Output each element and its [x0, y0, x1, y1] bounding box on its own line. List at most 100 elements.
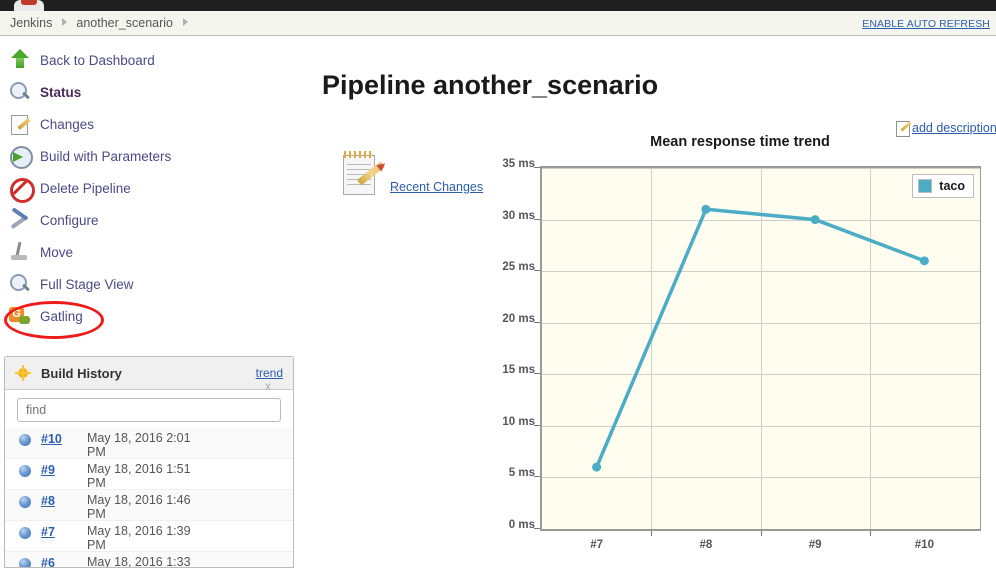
x-axis-tick-label: #7 — [567, 539, 627, 551]
breadcrumb-item-jenkins[interactable]: Jenkins — [8, 16, 54, 30]
build-date: May 18, 2016 1:51 PM — [87, 462, 237, 490]
y-axis-tick-label: 0 ms — [475, 519, 535, 531]
magnifier-icon — [8, 272, 32, 296]
build-date: May 18, 2016 2:01 PM — [87, 431, 237, 459]
build-history-find-input[interactable] — [17, 398, 281, 422]
sidebar: Back to Dashboard Status Changes Build w… — [0, 44, 300, 332]
chart-title: Mean response time trend — [490, 134, 990, 150]
chevron-right-icon-2 — [175, 18, 195, 29]
sidebar-item-label: Build with Parameters — [40, 149, 171, 164]
build-history-panel: Build History trend x #10 May 18, 2016 2… — [4, 356, 294, 568]
clear-find-icon[interactable]: x — [265, 379, 271, 393]
top-bar-title: Jenkins — [52, 0, 88, 2]
sidebar-item-configure[interactable]: Configure — [0, 204, 300, 236]
no-entry-icon — [8, 176, 32, 200]
table-row[interactable]: #8 May 18, 2016 1:46 PM — [5, 490, 293, 521]
chart-series-line — [542, 168, 979, 529]
build-status-ball-icon — [19, 496, 31, 508]
build-date-meridiem: PM — [87, 476, 106, 490]
sidebar-item-status[interactable]: Status — [0, 76, 300, 108]
legend-label: taco — [939, 179, 965, 193]
sidebar-item-label: Gatling — [40, 309, 83, 324]
sidebar-item-label: Full Stage View — [40, 277, 134, 292]
sidebar-item-changes[interactable]: Changes — [0, 108, 300, 140]
build-number-link[interactable]: #10 — [41, 432, 87, 446]
build-date-text: May 18, 2016 1:46 — [87, 493, 191, 507]
arrow-up-icon — [8, 48, 32, 72]
page-title: Pipeline another_scenario — [322, 70, 658, 101]
move-icon — [8, 240, 32, 264]
breadcrumb-item-another-scenario[interactable]: another_scenario — [74, 16, 175, 30]
sidebar-item-label: Status — [40, 85, 81, 100]
top-bar: Jenkins — [0, 0, 996, 11]
build-history-find-wrap: x — [5, 390, 293, 428]
build-date-meridiem: PM — [87, 445, 106, 459]
build-history-trend-link[interactable]: trend — [256, 366, 283, 380]
table-row[interactable]: #9 May 18, 2016 1:51 PM — [5, 459, 293, 490]
sidebar-item-move[interactable]: Move — [0, 236, 300, 268]
build-date-meridiem: PM — [87, 538, 106, 552]
sidebar-item-label: Configure — [40, 213, 99, 228]
notepad-pencil-icon — [338, 150, 388, 200]
build-history-title: Build History — [41, 366, 122, 381]
weather-sunny-icon — [15, 365, 31, 381]
sidebar-item-label: Delete Pipeline — [40, 181, 131, 196]
magnifier-icon — [8, 80, 32, 104]
sidebar-item-label: Changes — [40, 117, 94, 132]
build-date-text: May 18, 2016 1:39 — [87, 524, 191, 538]
gatling-icon: G — [8, 304, 32, 328]
table-row[interactable]: #6 May 18, 2016 1:33 PM — [5, 552, 293, 568]
x-axis-tick-label: #8 — [676, 539, 736, 551]
jenkins-logo-icon[interactable] — [12, 0, 46, 11]
build-number-link[interactable]: #9 — [41, 463, 87, 477]
mean-response-time-chart: Mean response time trend 0 ms5 ms10 ms15… — [490, 134, 990, 568]
chevron-right-icon — [54, 18, 74, 29]
chart-plot-area: taco — [540, 166, 981, 531]
recent-changes[interactable]: Recent Changes — [338, 150, 483, 200]
y-axis-tick-label: 5 ms — [475, 467, 535, 479]
y-axis-tick-label: 35 ms — [475, 158, 535, 170]
x-axis-tick-label: #10 — [894, 539, 954, 551]
breadcrumb-bar: Jenkins another_scenario ENABLE AUTO REF… — [0, 11, 996, 36]
table-row[interactable]: #7 May 18, 2016 1:39 PM — [5, 521, 293, 552]
build-number-link[interactable]: #8 — [41, 494, 87, 508]
y-axis-tick-label: 15 ms — [475, 364, 535, 376]
build-status-ball-icon — [19, 434, 31, 446]
sidebar-item-back-to-dashboard[interactable]: Back to Dashboard — [0, 44, 300, 76]
build-date-text: May 18, 2016 1:51 — [87, 462, 191, 476]
build-number-link[interactable]: #6 — [41, 556, 87, 568]
build-date-meridiem: PM — [87, 507, 106, 521]
sidebar-item-label: Move — [40, 245, 73, 260]
chart-legend: taco — [912, 174, 974, 198]
breadcrumb: Jenkins another_scenario — [8, 16, 195, 30]
y-axis-tick-label: 10 ms — [475, 416, 535, 428]
build-history-list: #10 May 18, 2016 2:01 PM #9 May 18, 2016… — [5, 428, 293, 568]
sidebar-item-gatling[interactable]: G Gatling — [0, 300, 300, 332]
sidebar-item-label: Back to Dashboard — [40, 53, 155, 68]
build-date: May 18, 2016 1:39 PM — [87, 524, 237, 552]
y-axis-tick-label: 30 ms — [475, 210, 535, 222]
build-date: May 18, 2016 1:46 PM — [87, 493, 237, 521]
build-date-text: May 18, 2016 2:01 — [87, 431, 191, 445]
build-number-link[interactable]: #7 — [41, 525, 87, 539]
table-row[interactable]: #10 May 18, 2016 2:01 PM — [5, 428, 293, 459]
legend-color-swatch — [918, 179, 932, 193]
build-date-text: May 18, 2016 1:33 — [87, 555, 191, 568]
sidebar-item-build-with-parameters[interactable]: Build with Parameters — [0, 140, 300, 172]
build-status-ball-icon — [19, 527, 31, 539]
enable-auto-refresh-link[interactable]: ENABLE AUTO REFRESH — [862, 18, 990, 30]
clock-play-icon — [8, 144, 32, 168]
sidebar-item-full-stage-view[interactable]: Full Stage View — [0, 268, 300, 300]
build-history-header: Build History trend — [5, 357, 293, 390]
sidebar-item-delete-pipeline[interactable]: Delete Pipeline — [0, 172, 300, 204]
y-axis-tick-label: 20 ms — [475, 313, 535, 325]
y-axis-tick-label: 25 ms — [475, 261, 535, 273]
build-date: May 18, 2016 1:33 PM — [87, 555, 237, 568]
wrench-screwdriver-icon — [8, 208, 32, 232]
build-status-ball-icon — [19, 558, 31, 568]
notepad-pencil-icon — [8, 112, 32, 136]
recent-changes-link[interactable]: Recent Changes — [390, 180, 483, 194]
build-status-ball-icon — [19, 465, 31, 477]
x-axis-tick-label: #9 — [785, 539, 845, 551]
add-description-link[interactable]: add description — [912, 121, 996, 135]
